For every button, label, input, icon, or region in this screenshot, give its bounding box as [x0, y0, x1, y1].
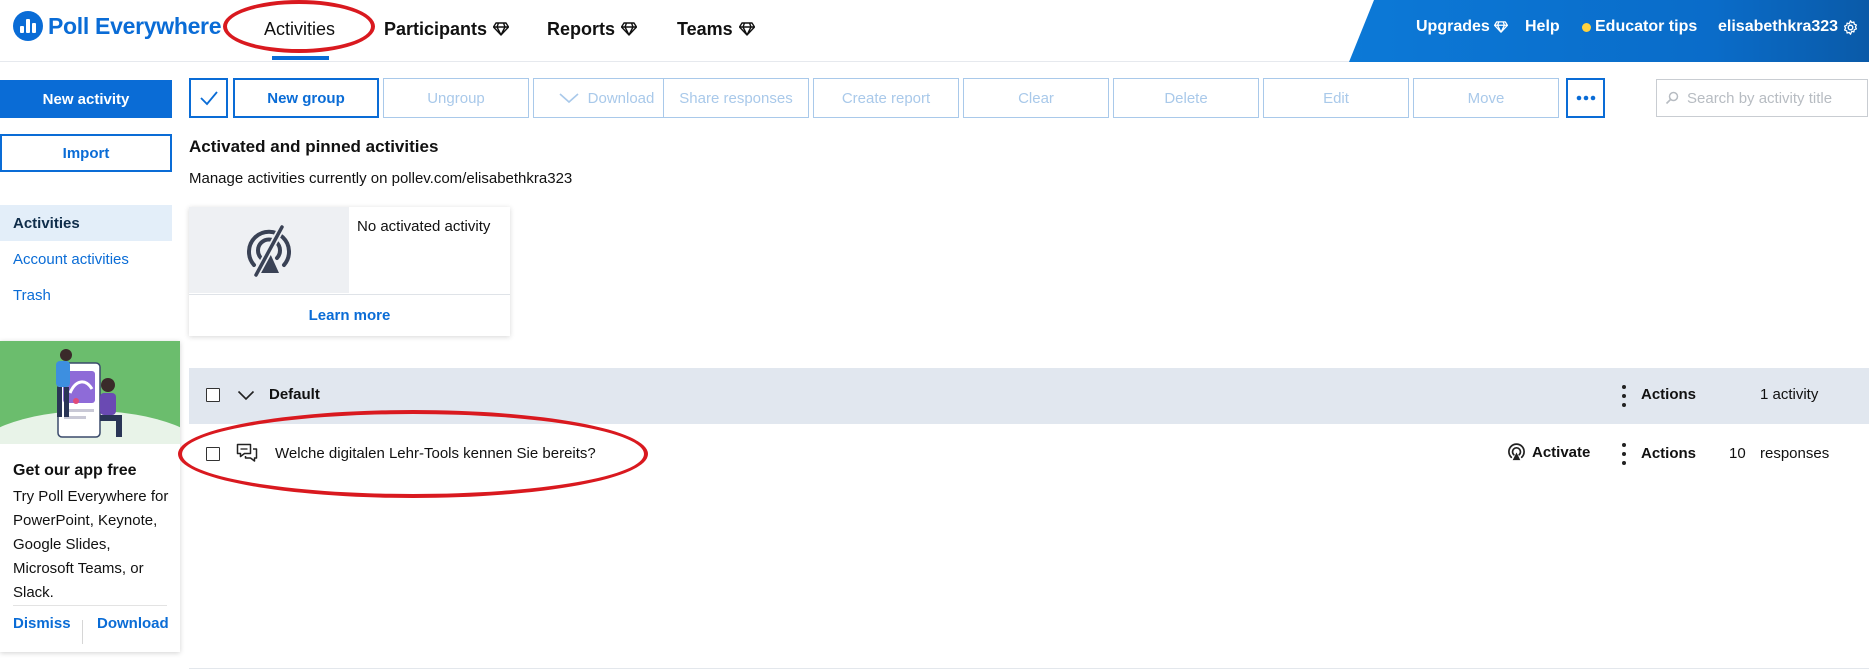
share-responses-button[interactable]: Share responses [663, 78, 809, 118]
nav-activities-label: Activities [264, 18, 336, 39]
app-promo-card: Get our app free Try Poll Everywhere for… [0, 341, 180, 652]
nav-teams[interactable]: Teams [677, 0, 755, 58]
promo-body: Try Poll Everywhere for PowerPoint, Keyn… [13, 488, 169, 601]
group-header-row: Default Actions 1 activity [189, 368, 1869, 424]
upgrades-link[interactable]: Upgrades [1416, 0, 1508, 54]
sidebar-item-activities[interactable]: Activities [0, 205, 172, 241]
username-label: elisabethkra323 [1718, 18, 1839, 35]
new-activity-button[interactable]: New activity [0, 80, 172, 118]
ungroup-button[interactable]: Ungroup [383, 78, 529, 118]
help-label: Help [1525, 18, 1560, 35]
move-button[interactable]: Move [1413, 78, 1559, 118]
clear-button[interactable]: Clear [963, 78, 1109, 118]
diamond-icon [621, 22, 638, 36]
notification-dot-icon [1582, 22, 1591, 32]
top-header: Poll Everywhere Activities Participants … [0, 0, 1869, 62]
delete-button[interactable]: Delete [1113, 78, 1259, 118]
nav-reports-label: Reports [547, 18, 616, 39]
broadcast-off-icon [247, 225, 291, 277]
logo-icon [13, 11, 43, 41]
section-title: Activated and pinned activities [189, 137, 439, 156]
response-count: 10 [1729, 445, 1746, 462]
promo-title: Get our app free [13, 462, 137, 479]
promo-vertical-divider [82, 620, 83, 644]
download-app-link[interactable]: Download [97, 615, 169, 632]
select-all-button[interactable] [189, 78, 228, 118]
nav-teams-label: Teams [677, 18, 733, 39]
nav-activities[interactable]: Activities [264, 0, 335, 58]
chevron-down-icon[interactable] [237, 390, 255, 401]
download-button[interactable]: Download [533, 78, 679, 118]
section-subtitle: Manage activities currently on pollev.co… [189, 170, 573, 187]
upgrades-label: Upgrades [1416, 18, 1490, 35]
open-ended-question-icon [236, 443, 258, 462]
user-menu[interactable]: elisabethkra323 [1718, 0, 1859, 54]
responses-label: responses [1760, 445, 1830, 462]
download-label: Download [587, 89, 655, 107]
activity-actions-button[interactable]: Actions [1641, 445, 1696, 462]
dismiss-link[interactable]: Dismiss [13, 615, 71, 632]
more-options-button[interactable] [1566, 78, 1605, 118]
logo-text: Poll Everywhere [48, 12, 222, 39]
edit-button[interactable]: Edit [1263, 78, 1409, 118]
diamond-icon [738, 22, 755, 36]
group-actions-button[interactable]: Actions [1641, 386, 1696, 403]
promo-divider [13, 605, 167, 606]
activated-activity-card: No activated activity Learn more [189, 207, 510, 336]
more-dots-icon [1576, 95, 1595, 101]
activity-search[interactable] [1656, 79, 1868, 117]
kebab-menu-icon[interactable] [1621, 385, 1627, 407]
sidebar-item-trash[interactable]: Trash [0, 277, 172, 313]
diamond-icon [1493, 21, 1508, 33]
search-icon [1665, 91, 1679, 105]
group-activity-count: 1 activity [1760, 386, 1819, 403]
educator-tips-link[interactable]: Educator tips [1582, 0, 1697, 54]
promo-illustration [0, 341, 180, 444]
sidebar-item-account-activities[interactable]: Account activities [0, 241, 172, 277]
activity-title[interactable]: Welche digitalen Lehr-Tools kennen Sie b… [275, 445, 596, 462]
learn-more-link[interactable]: Learn more [189, 295, 510, 336]
group-name: Default [269, 386, 320, 403]
activate-label: Activate [1532, 444, 1591, 461]
nav-participants-label: Participants [384, 18, 488, 39]
educator-tips-label: Educator tips [1595, 18, 1698, 35]
checkmark-icon [199, 91, 218, 106]
chevron-down-icon [559, 93, 579, 104]
no-activated-activity-text: No activated activity [357, 218, 491, 235]
group-checkbox[interactable] [206, 388, 220, 402]
activity-checkbox[interactable] [206, 447, 220, 461]
create-report-button[interactable]: Create report [813, 78, 959, 118]
help-link[interactable]: Help [1525, 0, 1560, 54]
activity-row[interactable]: Welche digitalen Lehr-Tools kennen Sie b… [189, 430, 1869, 478]
new-group-button[interactable]: New group [233, 78, 379, 118]
nav-participants[interactable]: Participants [384, 0, 510, 58]
import-button[interactable]: Import [0, 134, 172, 172]
activate-button[interactable]: Activate [1507, 443, 1590, 462]
nav-active-indicator [272, 56, 329, 60]
card-icon-box [189, 207, 349, 293]
search-input[interactable] [1687, 89, 1857, 107]
broadcast-icon [1508, 443, 1525, 461]
gear-icon [1844, 19, 1858, 35]
content-bottom-border [189, 668, 1869, 669]
sidebar-nav: Activities Account activities Trash [0, 205, 172, 313]
nav-reports[interactable]: Reports [547, 0, 638, 58]
diamond-icon [493, 22, 510, 36]
poll-everywhere-logo[interactable]: Poll Everywhere [13, 9, 222, 43]
kebab-menu-icon[interactable] [1621, 443, 1627, 465]
